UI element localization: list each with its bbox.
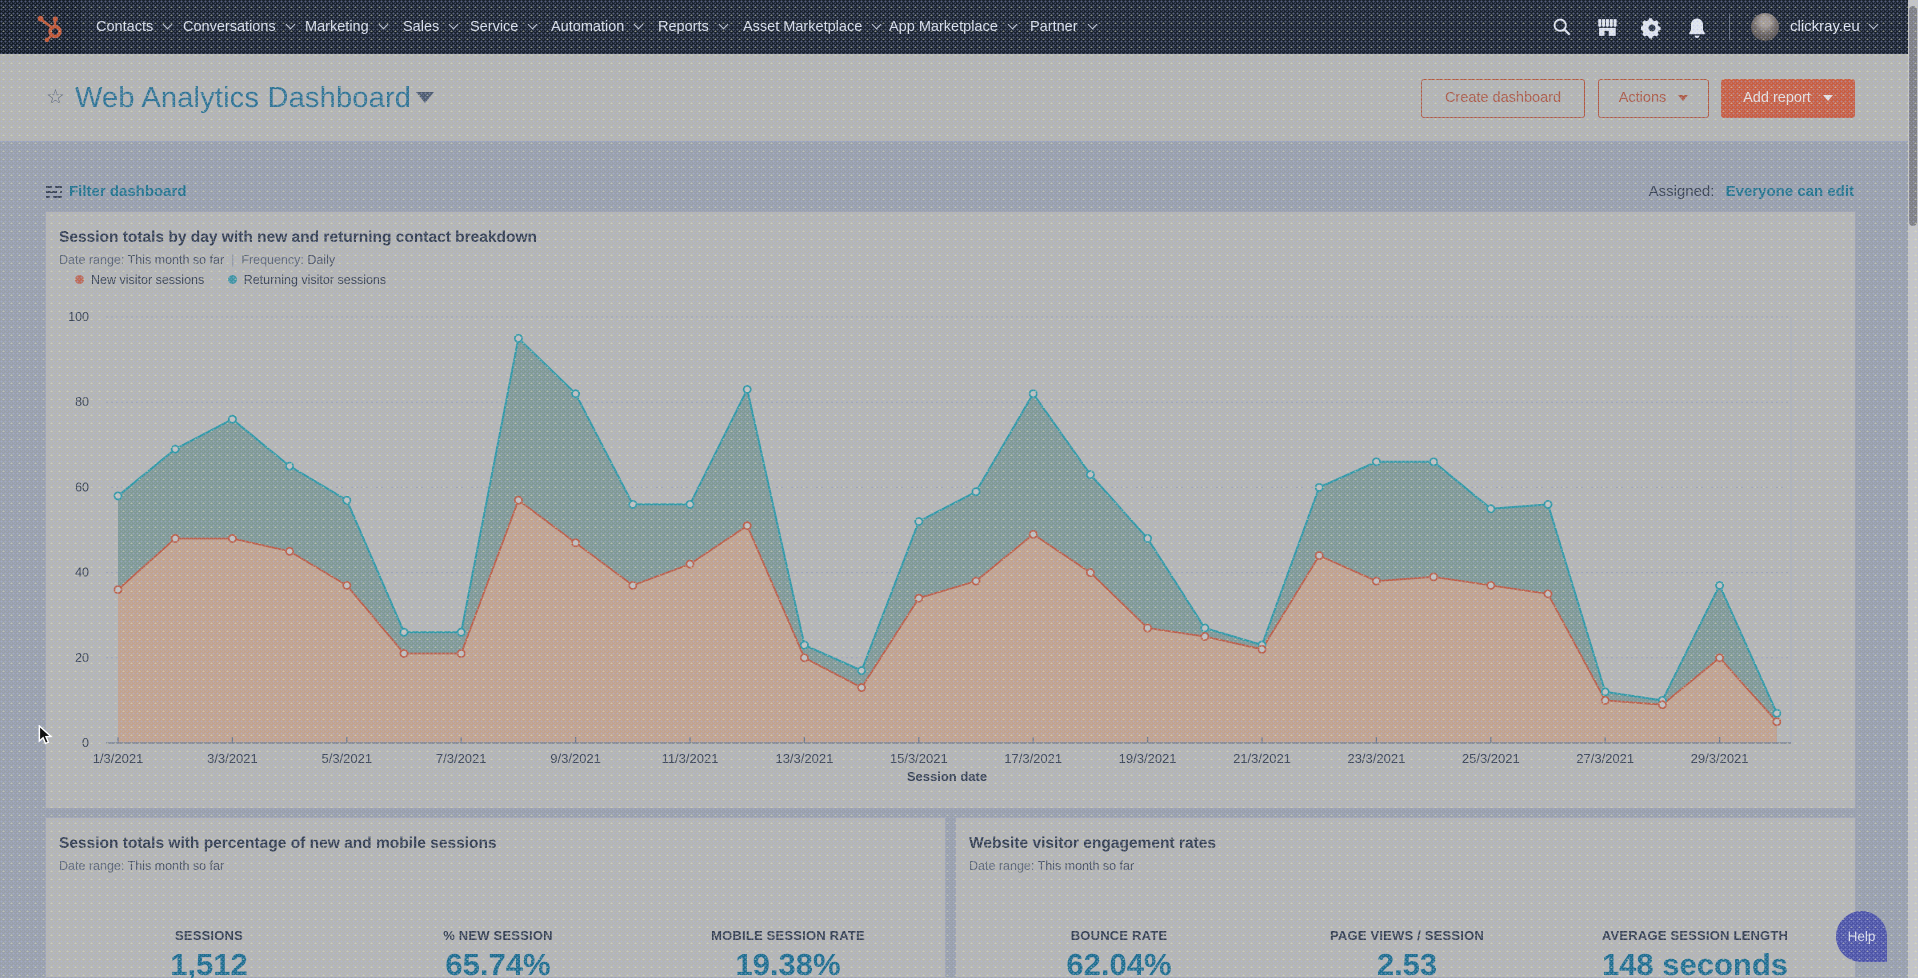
svg-text:19/3/2021: 19/3/2021 (1119, 751, 1177, 766)
svg-text:17/3/2021: 17/3/2021 (1004, 751, 1062, 766)
svg-text:3/3/2021: 3/3/2021 (207, 751, 258, 766)
svg-text:7/3/2021: 7/3/2021 (436, 751, 487, 766)
svg-text:29/3/2021: 29/3/2021 (1691, 751, 1749, 766)
svg-text:1/3/2021: 1/3/2021 (93, 751, 144, 766)
svg-text:100: 100 (68, 310, 89, 324)
svg-text:20: 20 (75, 651, 89, 665)
svg-text:80: 80 (75, 395, 89, 409)
svg-text:21/3/2021: 21/3/2021 (1233, 751, 1291, 766)
svg-text:40: 40 (75, 566, 89, 580)
svg-text:23/3/2021: 23/3/2021 (1347, 751, 1405, 766)
svg-text:5/3/2021: 5/3/2021 (321, 751, 372, 766)
svg-text:9/3/2021: 9/3/2021 (550, 751, 601, 766)
svg-text:13/3/2021: 13/3/2021 (775, 751, 833, 766)
svg-text:15/3/2021: 15/3/2021 (890, 751, 948, 766)
svg-text:Session date: Session date (907, 769, 987, 784)
svg-text:25/3/2021: 25/3/2021 (1462, 751, 1520, 766)
svg-text:27/3/2021: 27/3/2021 (1576, 751, 1634, 766)
svg-text:11/3/2021: 11/3/2021 (662, 751, 719, 766)
svg-text:0: 0 (82, 736, 89, 750)
svg-text:60: 60 (75, 480, 89, 494)
